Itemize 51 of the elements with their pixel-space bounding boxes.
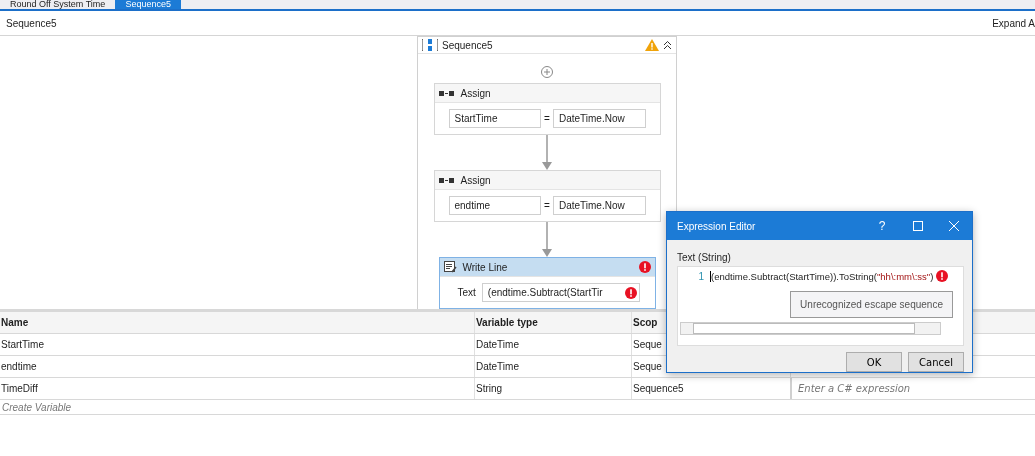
document-tab[interactable]: Round Off System Time [0, 0, 116, 9]
assign-icon [438, 176, 455, 184]
code-editor[interactable]: 1 (endtime.Subtract(StartTime)).ToString("hh\:mm\:ss") Unrecognized escape sequence [677, 266, 964, 346]
create-variable[interactable]: Create Variable [0, 400, 1035, 415]
table-cell: String [474, 378, 631, 399]
dialog-title: Expression Editor [677, 220, 757, 232]
sequence-title: Sequence5 [442, 39, 494, 51]
write-line-activity[interactable]: Write Line Text (endtime.Subtract(StartTir [438, 257, 656, 309]
activity-title: Write Line [462, 261, 508, 273]
assign-icon [438, 89, 455, 97]
breadcrumb[interactable]: Sequence5 [6, 17, 57, 29]
error-icon [638, 261, 651, 273]
close-icon [949, 221, 959, 231]
table-cell-text: endtime [0, 360, 38, 374]
table-cell-text: StartTime [0, 338, 45, 352]
ok-button[interactable]: OK [846, 352, 902, 372]
cancel-button[interactable]: Cancel [908, 352, 964, 372]
sequence-icon [422, 39, 438, 51]
column-header[interactable]: Name [0, 312, 474, 333]
equals-sign: = [543, 113, 551, 124]
assign-to-field[interactable]: endtime [448, 196, 542, 215]
error-tooltip: Unrecognized escape sequence [790, 291, 953, 318]
assign-to-field[interactable]: StartTime [448, 109, 542, 128]
maximize-icon [913, 221, 923, 231]
field-label: Text [457, 287, 476, 298]
add-activity-icon[interactable] [541, 66, 553, 78]
column-header[interactable]: Variable type [474, 312, 631, 333]
text-field[interactable]: (endtime.Subtract(StartTir [481, 283, 640, 302]
assign-activity[interactable]: Assign StartTime = DateTime.Now [433, 83, 661, 135]
code-line: (endtime.Subtract(StartTime)).ToString("hh\:mm\:ss") [710, 270, 934, 282]
error-icon [936, 270, 949, 282]
assign-value-field[interactable]: DateTime.Now [552, 109, 646, 128]
document-tab[interactable]: Sequence5 [115, 0, 181, 9]
error-icon [624, 286, 637, 299]
help-button[interactable]: ? [864, 212, 900, 240]
line-number: 1 [697, 270, 705, 282]
collapse-icon[interactable] [663, 40, 672, 50]
assign-value-field[interactable]: DateTime.Now [552, 196, 646, 215]
assign-activity[interactable]: Assign endtime = DateTime.Now [433, 170, 661, 222]
horizontal-scrollbar[interactable] [680, 322, 941, 335]
activity-title: Assign [460, 174, 491, 186]
table-cell: DateTime [474, 356, 631, 377]
table-cell: DateTime [474, 334, 631, 355]
expand-all-link[interactable]: Expand A [992, 17, 1035, 29]
equals-sign: = [543, 200, 551, 211]
sequence-header[interactable]: Sequence5 [418, 37, 676, 54]
table-cell-text: TimeDiff [0, 382, 39, 396]
expression-label: Text (String) [677, 252, 732, 263]
connector-arrow [542, 135, 552, 170]
connector-arrow [542, 222, 552, 257]
activity-title: Assign [460, 87, 491, 99]
